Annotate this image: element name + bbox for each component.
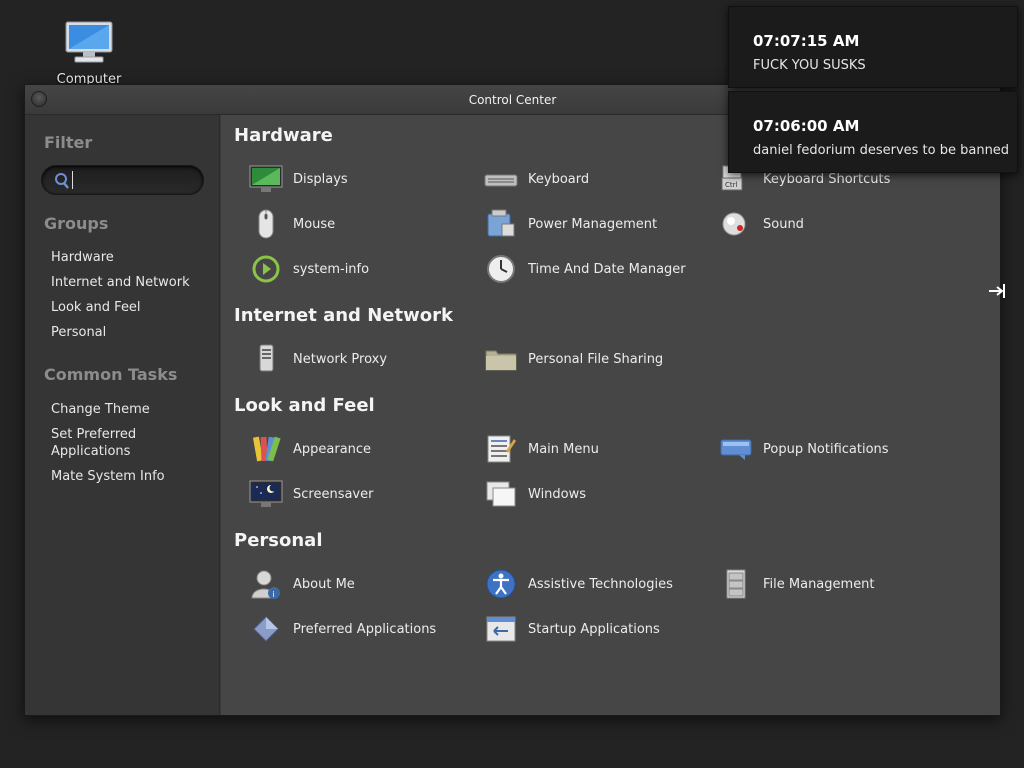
item-label: Personal File Sharing [528, 351, 664, 367]
group-link-hardware[interactable]: Hardware [51, 249, 211, 266]
control-center-window: Control Center Filter Groups Hardware In… [24, 84, 1001, 716]
mouse-icon [258, 209, 274, 239]
item-label: Sound [763, 216, 804, 232]
item-label: Popup Notifications [763, 441, 889, 457]
item-popup-notifications[interactable]: Popup Notifications [719, 431, 889, 467]
item-label: File Management [763, 576, 875, 592]
startup-applications-icon [486, 616, 516, 642]
item-about-me[interactable]: i About Me [249, 566, 355, 602]
filter-search-box[interactable] [41, 165, 204, 195]
search-icon [55, 173, 69, 189]
group-link-personal[interactable]: Personal [51, 324, 211, 341]
folder-icon [485, 350, 517, 371]
notification-time: 07:07:15 AM [753, 32, 860, 50]
about-me-icon: i [251, 570, 280, 599]
item-displays[interactable]: Displays [249, 161, 348, 197]
file-cabinet-icon [726, 569, 746, 599]
svg-text:Ctrl: Ctrl [725, 181, 738, 189]
item-personal-file-sharing[interactable]: Personal File Sharing [484, 341, 663, 377]
item-preferred-applications[interactable]: Preferred Applications [249, 611, 436, 647]
section-title-internet-network: Internet and Network [234, 305, 453, 326]
accessibility-icon [486, 569, 516, 599]
item-system-info[interactable]: system-info [249, 251, 369, 287]
item-mouse[interactable]: Mouse [249, 206, 335, 242]
item-label: Appearance [293, 441, 372, 457]
item-appearance[interactable]: Appearance [249, 431, 371, 467]
item-assistive-technologies[interactable]: Assistive Technologies [484, 566, 673, 602]
item-power-management[interactable]: Power Management [484, 206, 657, 242]
group-link-internet-network[interactable]: Internet and Network [51, 274, 211, 291]
item-label: Preferred Applications [293, 621, 437, 637]
item-network-proxy[interactable]: Network Proxy [249, 341, 387, 377]
resize-cursor-icon [989, 284, 1005, 298]
task-link-preferred-apps[interactable]: Set Preferred Applications [51, 426, 211, 460]
item-label: Power Management [528, 216, 658, 232]
item-label: Screensaver [293, 486, 374, 502]
sidebar: Filter Groups Hardware Internet and Netw… [25, 115, 220, 715]
item-time-date[interactable]: Time And Date Manager [484, 251, 686, 287]
notification-message: daniel fedorium deserves to be banned [753, 143, 1010, 158]
item-label: Displays [293, 171, 348, 187]
filter-search-input[interactable] [72, 171, 196, 189]
item-label: About Me [293, 576, 355, 592]
notification-time: 07:06:00 AM [753, 117, 860, 135]
section-title-look-feel: Look and Feel [234, 395, 375, 416]
item-file-management[interactable]: File Management [719, 566, 875, 602]
item-label: Assistive Technologies [528, 576, 673, 592]
item-startup-applications[interactable]: Startup Applications [484, 611, 660, 647]
item-label: Keyboard [528, 171, 590, 187]
network-proxy-icon [259, 344, 274, 372]
item-sound[interactable]: Sound [719, 206, 804, 242]
section-title-personal: Personal [234, 530, 323, 551]
screensaver-icon [249, 480, 283, 507]
appearance-icon [252, 436, 281, 462]
computer-desktop-icon[interactable]: Computer [52, 20, 126, 87]
svg-text:i: i [273, 590, 275, 599]
windows-icon [486, 481, 516, 507]
item-label: Windows [528, 486, 587, 502]
notification-popup[interactable]: 07:07:15 AM FUCK YOU SUSKS [728, 6, 1018, 88]
power-management-icon [487, 209, 515, 237]
notification-popup[interactable]: 07:06:00 AM daniel fedorium deserves to … [728, 91, 1018, 173]
main-content: Hardware Displays Keyboard Ctrl Keyboard… [221, 115, 1000, 715]
section-title-hardware: Hardware [234, 125, 333, 146]
groups-heading: Groups [44, 214, 109, 233]
system-info-icon [252, 255, 280, 283]
preferred-applications-icon [253, 616, 279, 642]
item-label: Main Menu [528, 441, 599, 457]
item-screensaver[interactable]: Screensaver [249, 476, 373, 512]
notification-message: FUCK YOU SUSKS [753, 58, 866, 73]
main-menu-icon [487, 435, 516, 463]
keyboard-icon [484, 174, 518, 187]
item-windows[interactable]: Windows [484, 476, 586, 512]
item-label: Keyboard Shortcuts [763, 171, 891, 187]
item-label: system-info [293, 261, 370, 277]
item-label: Startup Applications [528, 621, 660, 637]
item-main-menu[interactable]: Main Menu [484, 431, 599, 467]
item-keyboard[interactable]: Keyboard [484, 161, 589, 197]
popup-notifications-icon [720, 439, 752, 460]
common-tasks-heading: Common Tasks [44, 365, 178, 384]
display-icon [249, 165, 283, 192]
common-tasks-list: Change Theme Set Preferred Applications … [51, 401, 211, 493]
group-link-look-feel[interactable]: Look and Feel [51, 299, 211, 316]
task-link-change-theme[interactable]: Change Theme [51, 401, 211, 418]
computer-icon [65, 21, 113, 63]
task-link-system-info[interactable]: Mate System Info [51, 468, 211, 485]
clock-icon [487, 255, 515, 283]
filter-heading: Filter [44, 133, 93, 152]
groups-list: Hardware Internet and Network Look and F… [51, 249, 211, 349]
item-label: Network Proxy [293, 351, 388, 367]
item-label: Mouse [293, 216, 336, 232]
item-label: Time And Date Manager [528, 261, 686, 277]
sound-icon [722, 212, 746, 236]
